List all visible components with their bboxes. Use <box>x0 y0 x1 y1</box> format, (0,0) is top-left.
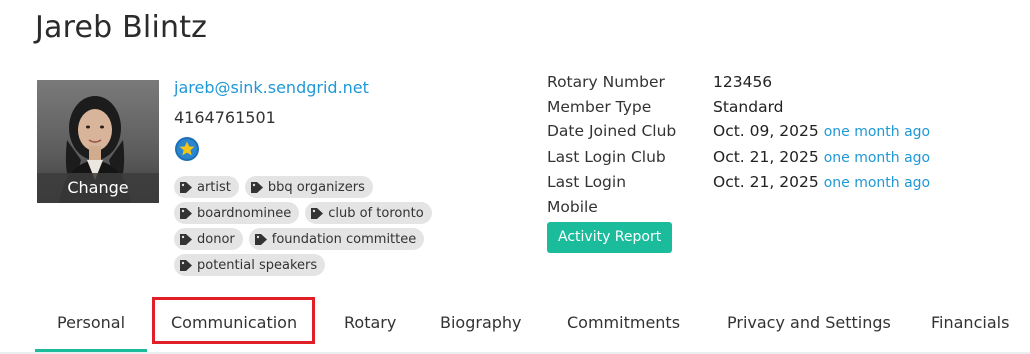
member-type-label: Member Type <box>547 97 652 116</box>
email-link[interactable]: jareb@sink.sendgrid.net <box>174 76 369 100</box>
tab-financials[interactable]: Financials <box>931 313 1009 332</box>
last-login-club-date: Oct. 21, 2025 <box>713 147 819 166</box>
tag-chip[interactable]: foundation committee <box>248 228 425 250</box>
tag-icon <box>250 181 263 193</box>
last-login-mobile-label-line1: Last Login <box>547 173 627 191</box>
rotary-number-label: Rotary Number <box>547 73 665 91</box>
phone-number: 4164761501 <box>174 108 276 127</box>
tag-label: potential speakers <box>197 257 318 273</box>
activity-report-button[interactable]: Activity Report <box>547 222 673 253</box>
tag-icon <box>311 207 324 219</box>
page-title: Jareb Blintz <box>35 10 208 45</box>
last-login-club-relative: one month ago <box>823 149 931 166</box>
tag-chip[interactable]: donor <box>174 228 243 250</box>
last-login-mobile-label: Last Login Mobile <box>547 170 713 219</box>
member-type-value: Standard <box>713 97 784 116</box>
tag-row: donor foundation committee <box>174 228 474 254</box>
tag-icon <box>180 259 192 271</box>
date-joined-relative: one month ago <box>823 124 931 140</box>
tag-chip[interactable]: artist <box>174 176 239 198</box>
date-joined-label: Date Joined Club <box>547 122 677 140</box>
tag-chip[interactable]: bbq organizers <box>244 176 373 198</box>
tag-row: potential speakers <box>174 254 474 280</box>
tab-commitments[interactable]: Commitments <box>567 313 680 332</box>
tag-icon <box>180 181 192 193</box>
tag-label: club of toronto <box>328 205 424 221</box>
last-login-mobile-date: Oct. 21, 2025 <box>713 173 819 191</box>
date-joined-value: Oct. 09, 2025 one month ago <box>713 119 930 145</box>
tag-chip[interactable]: club of toronto <box>305 202 432 224</box>
tag-label: bbq organizers <box>267 179 365 195</box>
tag-label: donor <box>197 231 235 247</box>
last-login-mobile-label-line2: Mobile <box>547 197 598 216</box>
contact-block: jareb@sink.sendgrid.net 4164761501 <box>174 76 369 166</box>
tag-row: boardnominee club of toronto <box>174 202 474 228</box>
info-row-member-type: Member Type Standard <box>547 95 930 120</box>
date-joined-date: Oct. 09, 2025 <box>713 122 819 140</box>
tab-personal[interactable]: Personal <box>57 313 125 332</box>
last-login-mobile-relative: one month ago <box>823 175 931 191</box>
change-photo-button[interactable]: Change <box>37 173 159 203</box>
info-row-last-login-mobile: Last Login Mobile Oct. 21, 2025 one month … <box>547 170 930 219</box>
info-row-last-login-club: Last Login Club Oct. 21, 2025 one month a… <box>547 145 930 171</box>
last-login-mobile-value: Oct. 21, 2025 one month ago <box>713 170 930 219</box>
tag-icon <box>180 233 192 245</box>
tag-row: artist bbq organizers <box>174 176 474 202</box>
last-login-club-value: Oct. 21, 2025 one month ago <box>713 145 930 171</box>
info-row-date-joined: Date Joined Club Oct. 09, 2025 one month … <box>547 119 930 145</box>
profile-photo[interactable]: Change <box>37 80 159 203</box>
tag-chip[interactable]: boardnominee <box>174 202 300 224</box>
last-login-club-label: Last Login Club <box>547 147 666 166</box>
tab-rotary[interactable]: Rotary <box>344 313 396 332</box>
tag-chip[interactable]: potential speakers <box>174 254 326 276</box>
tab-biography[interactable]: Biography <box>440 313 522 332</box>
tag-label: foundation committee <box>271 231 417 247</box>
tag-icon <box>254 233 267 245</box>
highlight-box <box>152 297 315 344</box>
tag-icon <box>180 207 192 219</box>
rotary-number-value: 123456 <box>713 73 773 91</box>
tag-list: artist bbq organizers boardnominee club … <box>174 176 474 280</box>
info-row-rotary-number: Rotary Number 123456 <box>547 70 930 95</box>
tag-label: artist <box>197 179 231 195</box>
star-badge-icon <box>174 136 200 162</box>
active-tab-indicator <box>35 349 147 352</box>
member-info-table: Rotary Number 123456 Member Type Standar… <box>547 70 930 219</box>
tab-privacy-and-settings[interactable]: Privacy and Settings <box>727 313 891 332</box>
tag-label: boardnominee <box>197 205 292 221</box>
